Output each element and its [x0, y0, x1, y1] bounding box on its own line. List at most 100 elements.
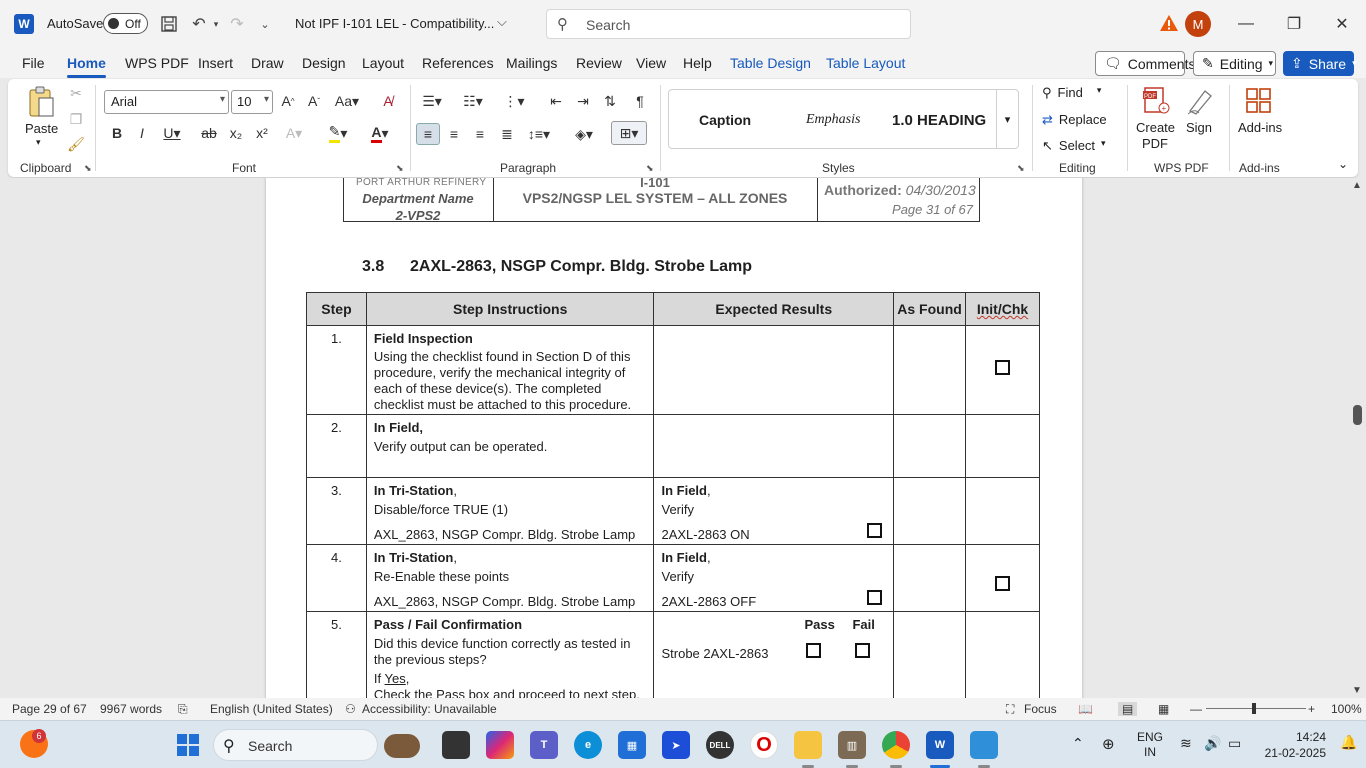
init-chk-cell[interactable] — [965, 544, 1040, 612]
expected-result-cell[interactable]: Pass Fail Strobe 2AXL-2863 — [653, 611, 895, 698]
save-icon[interactable] — [158, 13, 180, 35]
font-color-icon[interactable]: A ▾ — [364, 123, 396, 143]
dialog-launcher-icon[interactable]: ⬊ — [646, 163, 654, 174]
close-icon[interactable]: ✕ — [1330, 12, 1354, 36]
wifi-icon[interactable]: ≋ — [1180, 735, 1192, 752]
document-title[interactable]: Not IPF I-101 LEL - Compatibility... — [295, 16, 494, 31]
tab-view[interactable]: View — [636, 55, 666, 71]
line-spacing-icon[interactable]: ↕≡▾ — [524, 123, 554, 145]
tab-help[interactable]: Help — [683, 55, 712, 71]
language[interactable]: English (United States) — [210, 702, 333, 716]
redo-icon[interactable]: ↷ — [226, 13, 248, 35]
text-effects-icon[interactable]: A▾ — [280, 123, 308, 143]
select-button[interactable]: ↖ Select ▾ — [1042, 138, 1106, 154]
multilevel-list-icon[interactable]: ⋮▾ — [500, 91, 528, 111]
print-layout-icon[interactable]: ▤ — [1118, 702, 1138, 716]
tab-review[interactable]: Review — [576, 55, 622, 71]
page-count[interactable]: Page 29 of 67 — [12, 702, 87, 716]
bullets-icon[interactable]: ☰▾ — [418, 91, 446, 111]
sort-icon[interactable]: ⇅ — [600, 91, 620, 111]
scroll-down-icon[interactable]: ▼ — [1352, 685, 1362, 696]
notifications-icon[interactable]: 🔔 — [1340, 734, 1357, 751]
tab-table-layout[interactable]: Table Layout — [826, 55, 905, 71]
step-instructions[interactable]: In Tri-Station, Disable/force TRUE (1) A… — [365, 477, 655, 545]
dialog-launcher-icon[interactable]: ⬊ — [84, 163, 92, 174]
tab-references[interactable]: References — [422, 55, 494, 71]
step-instructions[interactable]: In Tri-Station, Re-Enable these points A… — [365, 544, 655, 612]
checkbox[interactable] — [867, 523, 883, 538]
format-painter-icon[interactable]: 🖌 — [67, 136, 85, 152]
grow-font-icon[interactable]: A ^ — [278, 91, 298, 111]
volume-icon[interactable]: 🔊 — [1204, 735, 1221, 752]
dialog-launcher-icon[interactable]: ⬊ — [1017, 163, 1025, 174]
replace-button[interactable]: ⇄ Replace — [1042, 112, 1107, 128]
document-canvas[interactable]: PORT ARTHUR REFINERY Department Name 2-V… — [0, 178, 1366, 698]
tab-file[interactable]: File — [22, 55, 45, 71]
chrome-icon[interactable] — [882, 731, 910, 759]
show-formatting-marks-icon[interactable]: ¶ — [630, 91, 650, 111]
checkbox[interactable] — [867, 590, 883, 605]
expected-result-cell[interactable]: In Field, Verify 2AXL-2863 OFF — [653, 544, 895, 612]
sign-icon[interactable] — [1184, 85, 1216, 117]
pictures-icon[interactable] — [970, 731, 998, 759]
as-found-cell[interactable] — [893, 611, 966, 698]
terminal-icon[interactable] — [442, 731, 470, 759]
pass-checkbox[interactable] — [806, 643, 822, 658]
zoom-out-icon[interactable]: — — [1190, 702, 1202, 716]
calculator-icon[interactable]: ▥ — [838, 731, 866, 759]
taskbar-search-input[interactable]: ⚲ Search — [213, 729, 420, 761]
file-explorer-icon[interactable] — [794, 731, 822, 759]
shading-icon[interactable]: ◈▾ — [569, 123, 599, 145]
underline-icon[interactable]: U▾ — [158, 123, 186, 143]
undo-dropdown-icon[interactable]: ▾ — [205, 13, 227, 35]
increase-indent-icon[interactable]: ⇥ — [573, 91, 593, 111]
align-right-icon[interactable]: ≡ — [470, 123, 490, 145]
word-count[interactable]: 9967 words — [100, 702, 162, 716]
word-taskbar-icon[interactable]: W — [926, 731, 954, 759]
search-input[interactable]: ⚲ Search — [546, 9, 911, 39]
clock[interactable]: 14:24 21-02-2025 — [1260, 729, 1326, 761]
justify-icon[interactable]: ≣ — [497, 123, 517, 145]
checkbox[interactable] — [995, 360, 1010, 375]
tab-draw[interactable]: Draw — [251, 55, 284, 71]
numbering-icon[interactable]: ☷▾ — [459, 91, 487, 111]
change-case-icon[interactable]: Aa▾ — [332, 91, 362, 111]
add-ins-icon[interactable] — [1244, 85, 1274, 117]
expected-result-cell[interactable]: In Field, Verify 2AXL-2863 ON — [653, 477, 895, 545]
init-chk-cell[interactable] — [965, 477, 1040, 545]
proofing-icon[interactable]: ⎘ — [178, 702, 188, 717]
dell-icon[interactable]: DELL — [706, 731, 734, 759]
strikethrough-icon[interactable]: ab — [200, 123, 218, 143]
as-found-cell[interactable] — [893, 325, 966, 415]
subscript-icon[interactable]: x₂ — [227, 123, 245, 143]
tab-layout[interactable]: Layout — [362, 55, 404, 71]
checkbox[interactable] — [995, 576, 1010, 591]
expected-result-cell[interactable] — [653, 414, 895, 478]
style-heading-1[interactable]: 1.0 HEADING — [892, 112, 987, 129]
paste-label[interactable]: Paste — [25, 121, 58, 136]
document-page[interactable]: PORT ARTHUR REFINERY Department Name 2-V… — [266, 178, 1082, 698]
copy-icon[interactable]: ❐ — [68, 111, 84, 127]
accessibility-status[interactable]: Accessibility: Unavailable — [362, 702, 497, 716]
focus-mode[interactable]: Focus — [1024, 702, 1057, 716]
as-found-cell[interactable] — [893, 544, 966, 612]
create-pdf-icon[interactable]: PDF + — [1141, 85, 1171, 117]
comments-button[interactable]: 🗨 Comments — [1095, 51, 1195, 76]
create-pdf-label[interactable]: Create PDF — [1136, 120, 1175, 152]
chevron-up-icon[interactable]: ⌃ — [1072, 735, 1084, 752]
font-family-select[interactable]: Arial ▾ — [104, 90, 229, 114]
style-caption[interactable]: Caption — [699, 112, 751, 128]
paste-icon[interactable] — [26, 85, 56, 121]
fail-checkbox[interactable] — [855, 643, 871, 658]
tab-mailings[interactable]: Mailings — [506, 55, 557, 71]
scroll-up-icon[interactable]: ▲ — [1352, 180, 1362, 191]
start-icon[interactable] — [176, 733, 200, 757]
decrease-indent-icon[interactable]: ⇤ — [546, 91, 566, 111]
customize-qat-icon[interactable]: ⌄ — [254, 13, 276, 35]
zoom-in-icon[interactable]: + — [1308, 702, 1315, 716]
zoom-slider[interactable] — [1206, 708, 1306, 709]
shrink-font-icon[interactable]: Aˇ — [304, 91, 324, 111]
vertical-scrollbar[interactable]: ▲ ▼ — [1348, 178, 1366, 698]
tab-home[interactable]: Home — [67, 55, 106, 78]
bold-icon[interactable]: B — [108, 123, 126, 143]
